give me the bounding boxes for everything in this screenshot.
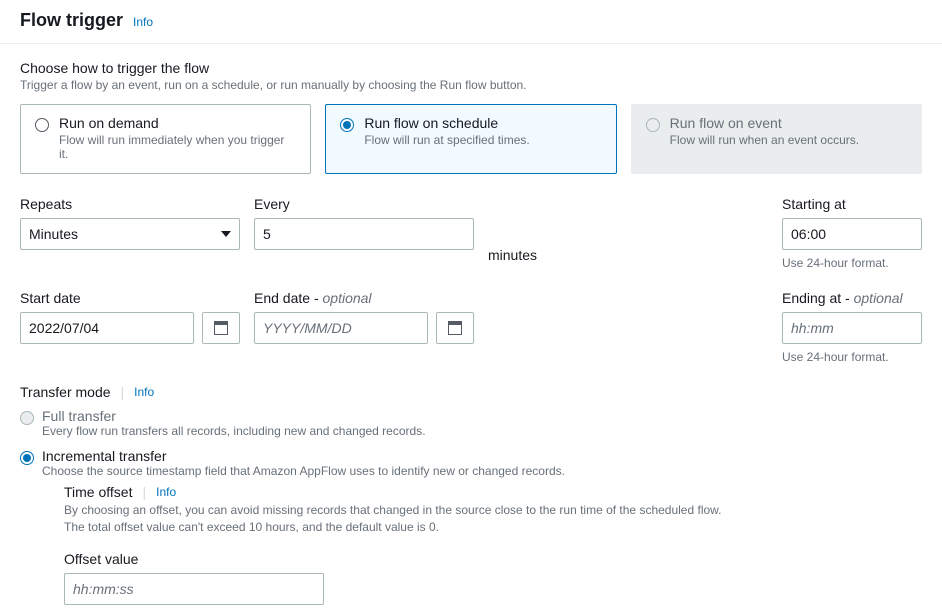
transfer-mode-full: Full transfer Every flow run transfers a… [20, 408, 922, 438]
transfer-mode-title: Transfer mode [20, 384, 111, 400]
starting-at-hint: Use 24-hour format. [782, 256, 922, 270]
end-date-picker-button[interactable] [436, 312, 474, 344]
time-offset-info-link[interactable]: Info [156, 485, 176, 499]
chevron-down-icon [221, 231, 231, 237]
tile-desc: Flow will run when an event occurs. [670, 133, 859, 147]
tile-run-on-demand[interactable]: Run on demand Flow will run immediately … [20, 104, 311, 174]
transfer-full-desc: Every flow run transfers all records, in… [42, 424, 426, 438]
ending-at-label: Ending at - optional [782, 290, 922, 306]
start-date-input[interactable] [20, 312, 194, 344]
radio-icon [35, 118, 49, 132]
tile-label: Run flow on schedule [364, 115, 529, 131]
transfer-full-label: Full transfer [42, 408, 426, 424]
tile-desc: Flow will run immediately when you trigg… [59, 133, 296, 161]
transfer-incremental-desc: Choose the source timestamp field that A… [42, 464, 722, 478]
every-label: Every [254, 196, 474, 212]
calendar-icon [448, 321, 462, 335]
starting-at-label: Starting at [782, 196, 922, 212]
time-offset-desc1: By choosing an offset, you can avoid mis… [64, 503, 722, 517]
starting-at-input[interactable] [782, 218, 922, 250]
time-offset-desc2: The total offset value can't exceed 10 h… [64, 520, 439, 534]
tile-run-on-schedule[interactable]: Run flow on schedule Flow will run at sp… [325, 104, 616, 174]
ending-at-hint: Use 24-hour format. [782, 350, 922, 364]
calendar-icon [214, 321, 228, 335]
tile-label: Run flow on event [670, 115, 859, 131]
page-title: Flow trigger Info [20, 10, 922, 31]
repeats-select[interactable]: Minutes [20, 218, 240, 250]
every-input[interactable] [254, 218, 474, 250]
radio-icon [20, 451, 34, 465]
offset-value-input[interactable] [64, 573, 324, 605]
transfer-mode-info-link[interactable]: Info [134, 385, 154, 399]
tile-label: Run on demand [59, 115, 296, 131]
radio-icon [646, 118, 660, 132]
radio-icon [20, 411, 34, 425]
transfer-incremental-label: Incremental transfer [42, 448, 722, 464]
start-date-label: Start date [20, 290, 240, 306]
radio-icon [340, 118, 354, 132]
time-offset-title: Time offset [64, 484, 132, 500]
trigger-tiles: Run on demand Flow will run immediately … [20, 104, 922, 174]
trigger-choice-label: Choose how to trigger the flow [20, 60, 922, 76]
page-title-text: Flow trigger [20, 10, 123, 31]
repeats-label: Repeats [20, 196, 240, 212]
info-link[interactable]: Info [133, 15, 153, 29]
transfer-mode-incremental[interactable]: Incremental transfer Choose the source t… [20, 448, 922, 605]
trigger-choice-help: Trigger a flow by an event, run on a sch… [20, 78, 922, 92]
end-date-input[interactable] [254, 312, 428, 344]
start-date-picker-button[interactable] [202, 312, 240, 344]
every-unit: minutes [488, 247, 537, 263]
end-date-label: End date - optional [254, 290, 474, 306]
ending-at-input[interactable] [782, 312, 922, 344]
repeats-select-value: Minutes [29, 226, 78, 242]
tile-desc: Flow will run at specified times. [364, 133, 529, 147]
tile-run-on-event: Run flow on event Flow will run when an … [631, 104, 922, 174]
offset-value-label: Offset value [64, 551, 722, 567]
